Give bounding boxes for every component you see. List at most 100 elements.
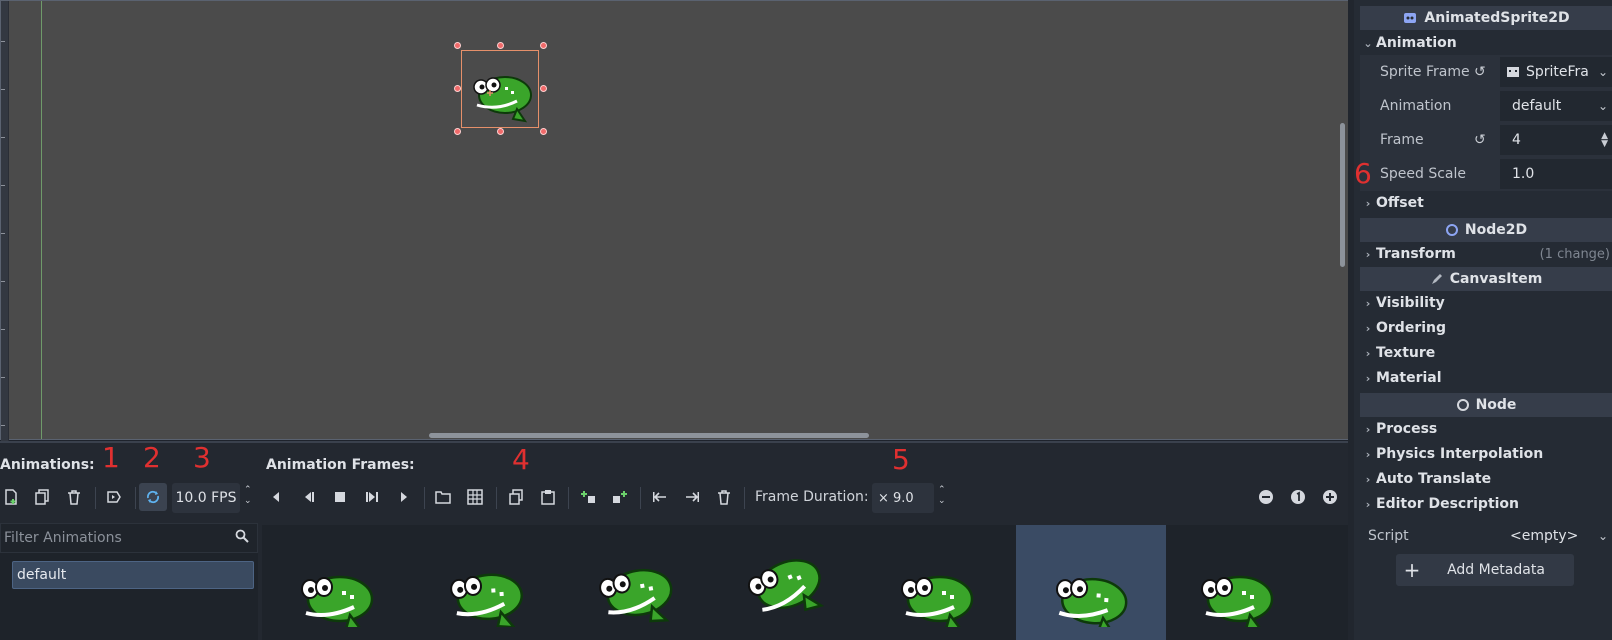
section-animation[interactable]: ⌄ Animation [1360, 31, 1612, 55]
node2d-icon [1445, 224, 1458, 236]
section-physics-interpolation[interactable]: › Physics Interpolation [1360, 442, 1612, 466]
paste-icon[interactable] [534, 483, 562, 511]
toolbar-separator [568, 487, 569, 509]
revert-icon[interactable]: ↺ [1474, 64, 1486, 80]
resize-handle[interactable] [540, 85, 547, 92]
stop-icon[interactable] [326, 483, 354, 511]
zoom-in-icon[interactable] [1316, 483, 1344, 511]
frog-sprite[interactable] [467, 65, 537, 125]
inspector-panel: AnimatedSprite2D ⌄ Animation Sprite Fram… [1354, 0, 1612, 640]
prop-animation[interactable]: Animation default ⌄ [1360, 89, 1612, 123]
node2d-header: Node2D [1360, 218, 1612, 242]
section-material[interactable]: › Material [1360, 366, 1612, 390]
load-sheet-icon[interactable] [461, 483, 489, 511]
frame-thumbnail[interactable] [412, 525, 562, 640]
search-icon [235, 529, 249, 547]
origin-guide-line [41, 1, 42, 439]
script-value[interactable]: <empty> [1510, 528, 1578, 544]
frame-thumbnail[interactable] [1162, 525, 1312, 640]
chevron-down-icon[interactable]: ⌄ [1598, 65, 1608, 79]
toolbar-separator [640, 487, 641, 509]
toolbar-separator [95, 487, 96, 509]
filter-animations-input[interactable]: Filter Animations [0, 523, 258, 553]
toolbar-separator [496, 487, 497, 509]
vertical-ruler [1, 1, 9, 441]
duration-spin-arrows-icon[interactable]: ⌃ ⌄ [938, 485, 946, 507]
section-editor-description[interactable]: › Editor Description [1360, 492, 1612, 516]
loop-icon[interactable] [139, 483, 167, 511]
annotation-1: 1 [102, 441, 120, 474]
prop-speed-scale[interactable]: Speed Scale 1.0 [1360, 157, 1612, 191]
resize-handle[interactable] [540, 128, 547, 135]
annotation-6: 6 [1354, 157, 1372, 190]
section-offset[interactable]: › Offset [1360, 191, 1612, 215]
section-auto-translate[interactable]: › Auto Translate [1360, 467, 1612, 491]
resize-handle[interactable] [497, 128, 504, 135]
duplicate-animation-icon[interactable] [28, 483, 56, 511]
insert-after-icon[interactable] [606, 483, 634, 511]
speed-scale-field[interactable]: 1.0 [1500, 159, 1612, 189]
sprite-frames-icon [1507, 67, 1519, 77]
play-backwards-from-start-icon[interactable] [294, 483, 322, 511]
section-transform[interactable]: › Transform (1 change) [1360, 242, 1612, 266]
plus-icon: + [1403, 558, 1421, 582]
resize-handle[interactable] [454, 128, 461, 135]
move-left-icon[interactable] [646, 483, 674, 511]
resize-handle[interactable] [454, 42, 461, 49]
prop-frame[interactable]: Frame ↺ 4 ▲ ▼ [1360, 123, 1612, 157]
add-animation-icon[interactable] [0, 483, 25, 511]
section-texture[interactable]: › Texture [1360, 341, 1612, 365]
spin-arrows-icon[interactable]: ▲ ▼ [1601, 132, 1608, 149]
horizontal-scrollbar[interactable] [429, 433, 869, 438]
resize-handle[interactable] [540, 42, 547, 49]
animation-frames-label: Animation Frames: [266, 457, 415, 473]
resize-handle[interactable] [454, 85, 461, 92]
frog-frame-icon [599, 568, 673, 623]
chevron-down-icon[interactable]: ⌄ [1598, 529, 1608, 543]
animation-item-default[interactable]: default [12, 561, 254, 589]
play-icon[interactable] [390, 483, 418, 511]
section-process[interactable]: › Process [1360, 417, 1612, 441]
fps-field[interactable]: 10.0 FPS [172, 483, 240, 513]
frog-frame-icon [301, 575, 374, 627]
load-file-icon[interactable] [429, 483, 457, 511]
sprite-frames-resource[interactable]: SpriteFra ⌄ [1500, 57, 1612, 87]
frog-frame-icon [901, 575, 974, 627]
resize-handle[interactable] [497, 42, 504, 49]
autoplay-icon[interactable] [100, 483, 128, 511]
frame-thumbnail[interactable] [862, 525, 1012, 640]
prop-script[interactable]: Script <empty> ⌄ [1360, 522, 1612, 550]
add-metadata-button[interactable]: + Add Metadata [1396, 554, 1574, 586]
fps-spin-arrows-icon[interactable]: ⌃ ⌄ [244, 485, 252, 507]
animation-select[interactable]: default ⌄ [1500, 91, 1612, 121]
frame-spinbox[interactable]: 4 ▲ ▼ [1500, 125, 1612, 155]
frame-thumbnail[interactable] [1016, 525, 1166, 640]
delete-animation-icon[interactable] [60, 483, 88, 511]
toolbar-separator [424, 487, 425, 509]
frame-thumbnail[interactable] [712, 525, 862, 640]
chevron-down-icon: ⌄ [1363, 36, 1373, 50]
prop-sprite-frames[interactable]: Sprite Frame ↺ SpriteFra ⌄ [1360, 55, 1612, 89]
frog-frame-icon [1055, 577, 1128, 627]
delete-frame-icon[interactable] [710, 483, 738, 511]
play-backwards-icon[interactable] [262, 483, 290, 511]
chevron-right-icon: › [1365, 447, 1371, 461]
insert-before-icon[interactable] [574, 483, 602, 511]
vertical-scrollbar[interactable] [1340, 123, 1345, 267]
frame-thumbnail[interactable] [562, 525, 712, 640]
canvasitem-header: CanvasItem [1360, 267, 1612, 291]
chevron-right-icon: › [1365, 371, 1371, 385]
revert-icon[interactable]: ↺ [1474, 132, 1486, 148]
frame-duration-field[interactable]: × 9.0 [872, 483, 934, 513]
play-from-start-icon[interactable] [358, 483, 386, 511]
sprite-frames-panel: Animations: Animation Frames: 1 2 3 4 5 … [0, 441, 1348, 640]
copy-icon[interactable] [502, 483, 530, 511]
zoom-reset-icon[interactable] [1284, 483, 1312, 511]
zoom-out-icon[interactable] [1252, 483, 1280, 511]
canvas-viewport[interactable] [0, 0, 1352, 441]
toolbar-separator [744, 487, 745, 509]
section-visibility[interactable]: › Visibility [1360, 291, 1612, 315]
frame-thumbnail[interactable] [262, 525, 412, 640]
move-right-icon[interactable] [678, 483, 706, 511]
section-ordering[interactable]: › Ordering [1360, 316, 1612, 340]
